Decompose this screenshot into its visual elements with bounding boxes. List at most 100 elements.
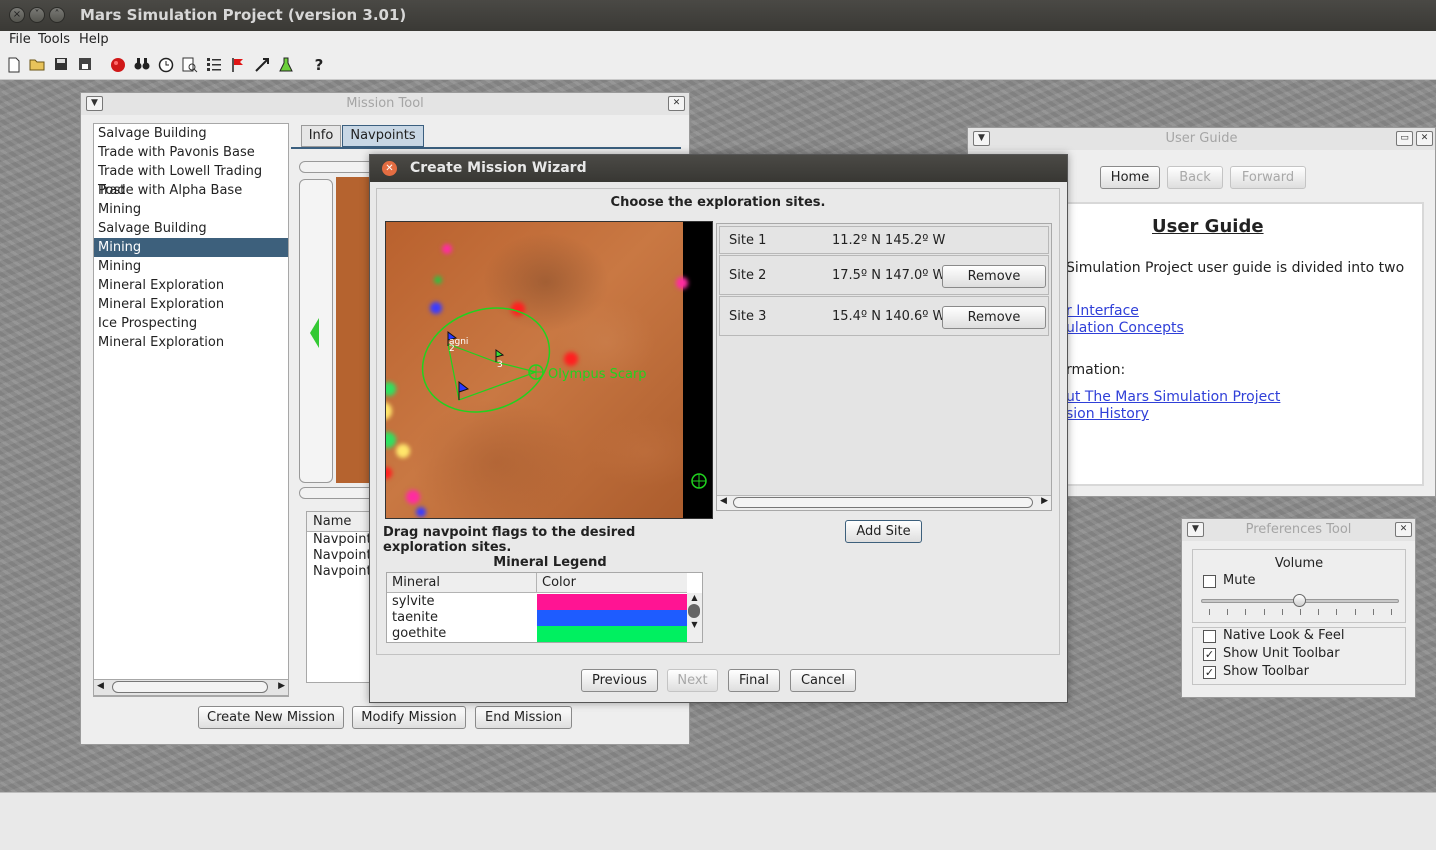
next-button[interactable]: Next [667,669,718,692]
scroll-left-icon[interactable]: ◀ [97,681,104,691]
mars-globe-icon[interactable] [110,57,126,73]
menu-help[interactable]: Help [79,32,109,47]
end-mission-button[interactable]: End Mission [475,706,572,729]
map-flag-3[interactable]: 3 [497,360,503,370]
scroll-up-icon[interactable]: ▲ [687,593,702,602]
volume-slider-thumb[interactable] [1293,594,1306,607]
native-look-checkbox[interactable] [1203,630,1216,643]
list-item[interactable]: Mineral Exploration [94,276,288,295]
help-icon[interactable]: ? [311,57,327,73]
maximize-icon[interactable]: ▭ [1396,131,1413,146]
mute-checkbox[interactable] [1203,575,1216,588]
site-name: Site 2 [729,268,767,283]
list-item[interactable]: Salvage Building [94,124,288,143]
flask-icon[interactable] [278,57,294,73]
list-item[interactable]: Mining [94,238,288,257]
link-about-project[interactable]: ut The Mars Simulation Project [1066,389,1280,405]
save-as-icon[interactable] [77,57,93,73]
list-item[interactable]: Trade with Lowell Trading Post [94,162,288,198]
legend-mineral-name: goethite [392,626,447,641]
scroll-right-icon[interactable]: ▶ [1041,496,1048,506]
site-row: Site 2 17.5º N 147.0º W Remove [719,255,1049,295]
scroll-thumb[interactable] [112,681,268,693]
maximize-window-icon[interactable]: ˄ [49,7,65,23]
show-toolbar-checkbox[interactable]: ✓ [1203,666,1216,679]
link-user-interface[interactable]: r Interface [1066,303,1139,319]
link-version-history[interactable]: sion History [1066,406,1149,422]
forward-button[interactable]: Forward [1230,166,1306,189]
preferences-header: ▼ Preferences Tool ✕ [1182,519,1415,541]
sites-scrollbar[interactable]: ◀ ▶ [717,495,1051,510]
mission-list: Salvage Building Trade with Pavonis Base T… [93,123,289,697]
volume-tick [1336,609,1338,615]
user-guide-window-title: User Guide [1165,131,1238,146]
cancel-button[interactable]: Cancel [790,669,856,692]
show-unit-toolbar-checkbox[interactable]: ✓ [1203,648,1216,661]
navpoint-scrollbar-bottom[interactable] [299,487,379,499]
close-icon[interactable]: ✕ [668,96,685,111]
new-file-icon[interactable] [6,57,22,73]
exploration-map[interactable]: agni 3 2 Olympus Scarp [385,221,713,519]
close-icon[interactable]: ✕ [1395,522,1412,537]
add-site-button[interactable]: Add Site [845,520,922,543]
back-button[interactable]: Back [1167,166,1223,189]
list-item[interactable]: Trade with Alpha Base [94,181,288,200]
create-new-mission-button[interactable]: Create New Mission [198,706,344,729]
navpoint-scrollbar-top[interactable] [299,161,379,173]
remove-site-button[interactable]: Remove [942,265,1046,288]
clock-icon[interactable] [158,57,174,73]
close-icon[interactable]: ✕ [382,161,397,176]
menu-tools[interactable]: Tools [38,32,70,47]
site-name: Site 1 [729,233,767,248]
scroll-thumb[interactable] [733,497,1033,508]
list-item[interactable]: Mining [94,200,288,219]
scroll-thumb[interactable] [688,604,700,618]
volume-tick [1391,609,1392,615]
scroll-left-icon[interactable]: ◀ [720,496,727,506]
search-document-icon[interactable] [182,57,198,73]
final-button[interactable]: Final [728,669,780,692]
menu-file[interactable]: File [9,32,31,47]
flag-icon[interactable] [230,57,246,73]
open-folder-icon[interactable] [29,57,45,73]
list-item[interactable]: Mineral Exploration [94,295,288,314]
list-icon[interactable] [206,57,222,73]
binoculars-icon[interactable] [134,57,150,73]
scroll-right-icon[interactable]: ▶ [278,681,285,691]
tab-navpoints[interactable]: Navpoints [342,125,424,147]
legend-color-header[interactable]: Color [537,573,687,593]
list-item[interactable]: Ice Prospecting [94,314,288,333]
status-bar [0,792,1436,850]
modify-mission-button[interactable]: Modify Mission [352,706,466,729]
legend-row[interactable]: taenite [387,610,687,626]
guide-intro: Simulation Project user guide is divided… [1066,260,1405,276]
list-item[interactable]: Salvage Building [94,219,288,238]
scroll-down-icon[interactable]: ▼ [687,620,702,629]
list-item[interactable]: Trade with Pavonis Base [94,143,288,162]
nav-left-arrow-icon[interactable] [310,318,320,348]
previous-button[interactable]: Previous [581,669,658,692]
map-scroll-panel[interactable] [299,179,333,483]
map-flag-2[interactable]: 2 [449,344,455,354]
close-window-icon[interactable]: × [9,7,25,23]
home-button[interactable]: Home [1100,166,1160,189]
legend-scrollbar[interactable]: ▲ ▼ [687,593,702,642]
save-icon[interactable] [53,57,69,73]
legend-row[interactable]: sylvite [387,594,687,610]
close-icon[interactable]: ✕ [1416,131,1433,146]
show-toolbar-label: Show Toolbar [1223,664,1310,679]
legend-mineral-header[interactable]: Mineral [387,573,537,593]
tab-info[interactable]: Info [301,125,341,147]
mineral-legend-title: Mineral Legend [493,555,607,570]
legend-color-swatch [537,594,687,610]
remove-site-button[interactable]: Remove [942,306,1046,329]
list-item[interactable]: Mining [94,257,288,276]
link-simulation-concepts[interactable]: ulation Concepts [1066,320,1184,336]
mineral-legend-table: Mineral Color sylvite taenite goethite ▲ ▼ [386,572,703,643]
list-item[interactable]: Mineral Exploration [94,333,288,352]
science-icon[interactable] [254,57,270,73]
mission-list-scrollbar[interactable]: ◀ ▶ [93,679,289,696]
minimize-window-icon[interactable]: ˅ [29,7,45,23]
wizard-title: Create Mission Wizard [410,160,587,176]
legend-row[interactable]: goethite [387,626,687,642]
